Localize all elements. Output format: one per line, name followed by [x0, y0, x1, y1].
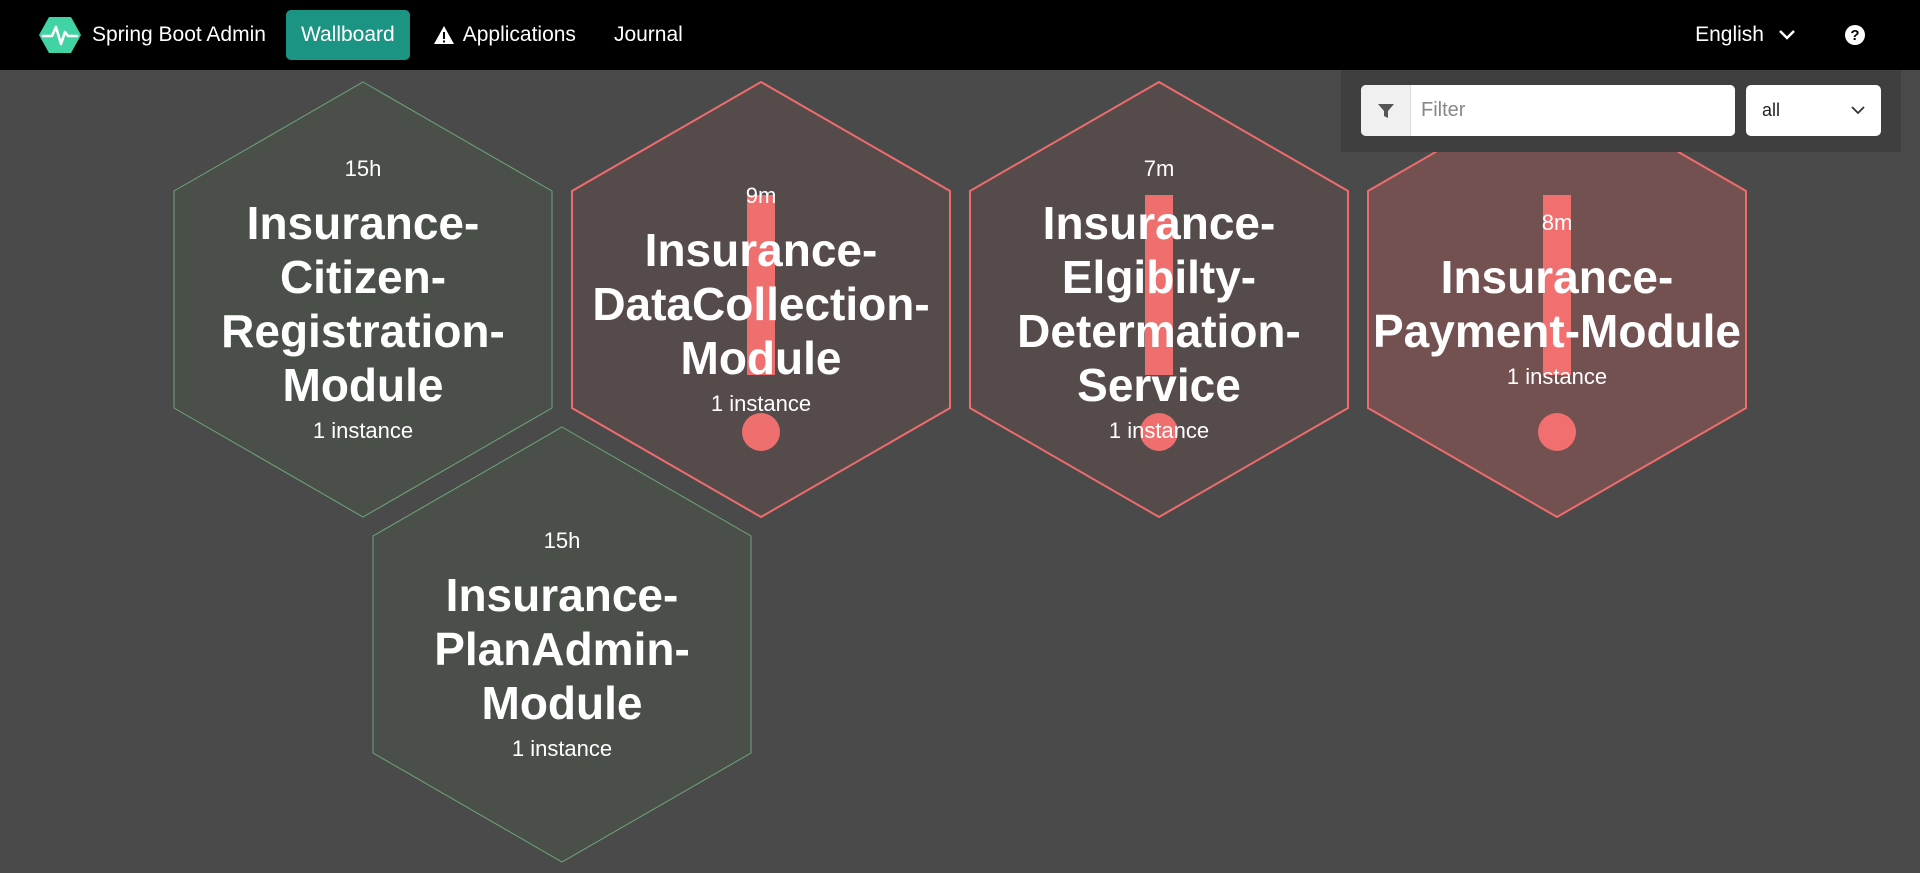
- language-label: English: [1695, 23, 1764, 46]
- application-name-line: Module: [680, 331, 842, 384]
- application-hexagon[interactable]: 7m Insurance- Elgibilty- Determation- Servi…: [969, 81, 1349, 518]
- status-filter-value: all: [1762, 100, 1781, 120]
- application-name-line: PlanAdmin-: [434, 622, 690, 675]
- application-name-line: DataCollection-: [592, 277, 930, 330]
- status-filter-select[interactable]: all: [1746, 85, 1881, 136]
- top-navbar: Spring Boot Admin Wallboard Applications…: [0, 0, 1920, 70]
- application-name: Insurance- DataCollection- Module: [592, 223, 929, 385]
- application-name-line: Module: [481, 676, 643, 729]
- filter-addon: [1361, 85, 1411, 136]
- application-name-line: Registration-: [221, 304, 505, 357]
- application-uptime: 9m: [745, 182, 777, 208]
- brand-link[interactable]: Spring Boot Admin: [38, 0, 266, 70]
- application-hexagon[interactable]: 15h Insurance- PlanAdmin- Module 1 instanc…: [372, 426, 752, 863]
- application-name: Insurance- Payment-Module: [1373, 250, 1741, 358]
- application-name-line: Determation-: [1017, 304, 1301, 357]
- brand-name: Spring Boot Admin: [92, 23, 266, 46]
- application-instance-count: 1 instance: [511, 735, 613, 761]
- application-name: Insurance- Citizen- Registration- Module: [221, 196, 505, 412]
- nav-wallboard-label: Wallboard: [300, 23, 395, 46]
- application-name-line: Payment-Module: [1372, 304, 1742, 357]
- application-name: Insurance- Elgibilty- Determation- Service: [1017, 196, 1301, 412]
- filter-input[interactable]: [1411, 85, 1735, 136]
- application-uptime: 8m: [1541, 209, 1573, 235]
- language-dropdown[interactable]: English: [1695, 23, 1796, 47]
- application-instance-count: 1 instance: [710, 390, 812, 416]
- application-uptime: 15h: [344, 155, 382, 181]
- nav-journal[interactable]: Journal: [599, 10, 698, 60]
- application-name-line: Citizen-: [279, 250, 447, 303]
- application-instance-count: 1 instance: [1108, 417, 1210, 443]
- application-name-line: Insurance-: [1042, 196, 1276, 249]
- application-name-line: Insurance-: [445, 568, 679, 621]
- chevron-down-icon: [1779, 30, 1795, 40]
- application-name-line: Insurance-: [1440, 250, 1674, 303]
- application-instance-count: 1 instance: [1506, 363, 1608, 389]
- nav-applications[interactable]: Applications: [418, 10, 591, 60]
- application-name-line: Insurance-: [246, 196, 480, 249]
- filter-icon: [1377, 103, 1394, 118]
- help-icon[interactable]: ?: [1844, 24, 1866, 46]
- filter-panel: all: [1341, 70, 1901, 152]
- application-name-line: Elgibilty-: [1061, 250, 1257, 303]
- application-uptime: 15h: [543, 527, 581, 553]
- nav-journal-label: Journal: [613, 23, 683, 46]
- application-name: Insurance- PlanAdmin- Module: [434, 568, 690, 730]
- application-name-line: Module: [282, 358, 444, 411]
- nav-wallboard[interactable]: Wallboard: [285, 10, 410, 60]
- application-name-line: Insurance-: [644, 223, 878, 276]
- filter-group: [1361, 85, 1735, 136]
- chevron-down-icon: [1851, 106, 1865, 115]
- svg-text:?: ?: [1850, 27, 1859, 44]
- warning-icon: [433, 26, 454, 44]
- nav-applications-label: Applications: [462, 23, 576, 46]
- application-uptime: 7m: [1143, 155, 1175, 181]
- application-name-line: Service: [1077, 358, 1241, 411]
- spring-boot-admin-logo-icon: [39, 17, 81, 53]
